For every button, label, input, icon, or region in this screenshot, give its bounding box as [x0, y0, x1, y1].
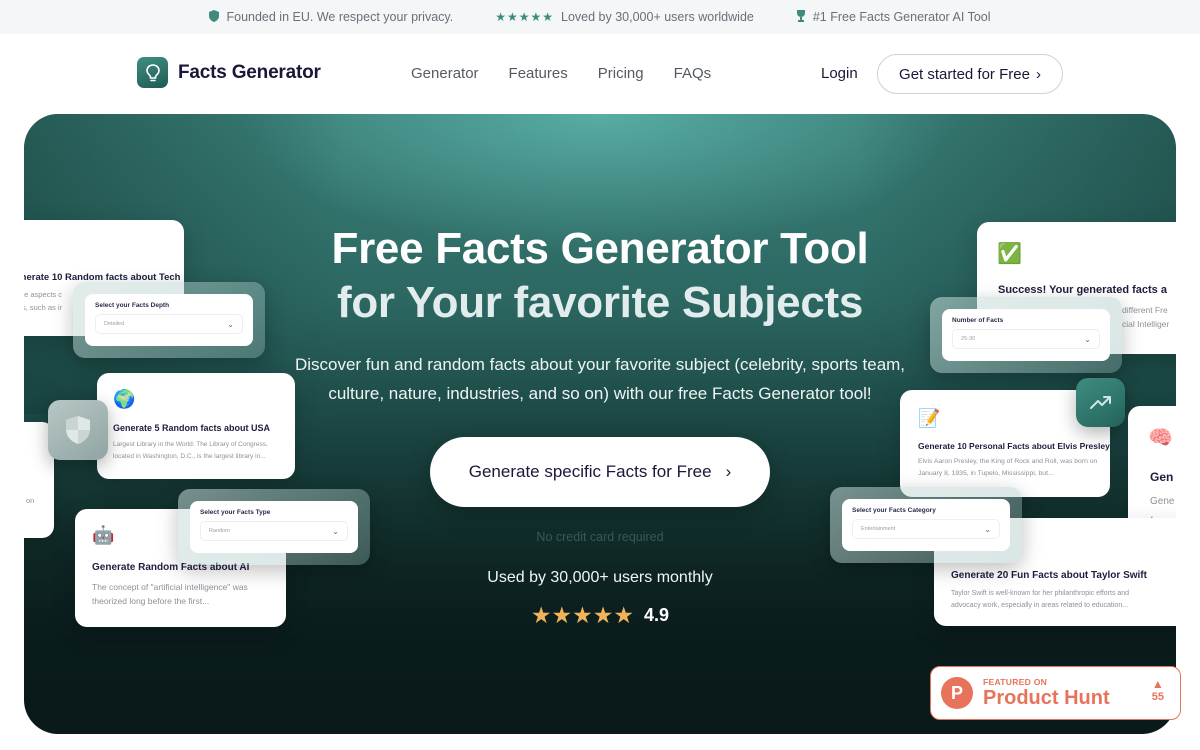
nav-pricing[interactable]: Pricing: [598, 65, 644, 82]
upvote-count: ▲ 55: [1152, 677, 1164, 703]
nav-features[interactable]: Features: [509, 65, 568, 82]
hero-title-line1: Free Facts Generator Tool: [331, 224, 869, 273]
card-title: Generate 10 Personal Facts about Elvis P…: [918, 441, 1110, 451]
users-text: Loved by 30,000+ users worldwide: [561, 10, 754, 24]
chevron-right-icon: ›: [725, 462, 732, 481]
login-link[interactable]: Login: [821, 65, 858, 82]
card-usa-facts: 🌍 Generate 5 Random facts about USA Larg…: [97, 373, 295, 479]
generate-facts-button[interactable]: Generate specific Facts for Free ›: [430, 437, 770, 507]
upvote-number: 55: [1151, 691, 1164, 703]
chevron-right-icon: ›: [1035, 65, 1041, 83]
star-rating-icon: ★★★★★: [530, 602, 635, 628]
number-select[interactable]: 25-30 ⌄: [952, 329, 1100, 349]
category-select-label: Select your Facts Category: [852, 507, 936, 514]
brain-icon: 🧠: [1148, 427, 1173, 449]
hero-subtitle: Discover fun and random facts about your…: [294, 355, 906, 403]
globe-icon: 🌍: [113, 389, 136, 409]
brand-name: Facts Generator: [178, 61, 321, 83]
card-body: on: [26, 496, 35, 505]
get-started-label: Get started for Free: [899, 65, 1030, 83]
product-hunt-name: Product Hunt: [983, 687, 1110, 709]
announcement-bar: Founded in EU. We respect your privacy. …: [0, 0, 1200, 34]
product-hunt-logo-icon: P: [941, 677, 973, 709]
logo[interactable]: Facts Generator: [137, 57, 321, 88]
featured-on-label: FEATURED ON: [983, 677, 1048, 687]
card-body: Elvis Aaron Presley, the King of Rock an…: [918, 458, 1098, 477]
memo-icon: 📝: [918, 408, 941, 428]
hero-title: Free Facts Generator Tool for Your favor…: [24, 222, 1176, 330]
main-nav: Generator Features Pricing FAQs: [411, 65, 711, 82]
chevron-down-icon: ⌄: [1084, 334, 1091, 344]
type-select-label: Select your Facts Type: [200, 509, 271, 516]
privacy-note: Founded in EU. We respect your privacy.: [209, 9, 454, 25]
number-select-value: 25-30: [961, 336, 976, 342]
upvote-arrow-icon: ▲: [1151, 677, 1164, 691]
trending-up-icon: [1089, 395, 1111, 409]
hero-section: Generate 10 Random facts about Tech te a…: [24, 114, 1176, 734]
nav-faqs[interactable]: FAQs: [674, 65, 712, 82]
ranking-note: #1 Free Facts Generator AI Tool: [796, 9, 991, 25]
lightbulb-icon: [137, 57, 168, 88]
privacy-text: Founded in EU. We respect your privacy.: [226, 10, 454, 24]
ranking-text: #1 Free Facts Generator AI Tool: [812, 10, 991, 24]
type-select-card: Select your Facts Type Random ⌄: [190, 501, 358, 553]
shield-icon: [66, 416, 90, 444]
generate-facts-label: Generate specific Facts for Free: [468, 462, 712, 481]
card-title: Generate 5 Random facts about USA: [113, 423, 271, 433]
site-header: Facts Generator Generator Features Prici…: [0, 34, 1200, 114]
card-body: Largest Library in the World: The Librar…: [113, 441, 268, 460]
rating-score: 4.9: [644, 605, 670, 625]
nav-generator[interactable]: Generator: [411, 65, 479, 82]
stars-icon: ★★★★★: [495, 10, 555, 24]
get-started-button[interactable]: Get started for Free ›: [877, 54, 1063, 94]
shield-icon: [209, 9, 220, 25]
card-body-1: Gene: [1150, 496, 1175, 507]
product-hunt-text: FEATURED ON Product Hunt: [983, 677, 1110, 709]
no-credit-card-note: No credit card required: [536, 530, 664, 544]
card-title: Gen: [1150, 470, 1174, 484]
product-hunt-badge[interactable]: P FEATURED ON Product Hunt ▲ 55: [930, 666, 1181, 720]
users-note: ★★★★★ Loved by 30,000+ users worldwide: [495, 10, 754, 24]
trending-tile: [1076, 378, 1125, 427]
hero-title-line2: for Your favorite Subjects: [336, 278, 864, 327]
rating: ★★★★★ 4.9: [24, 602, 1176, 629]
security-tile: [48, 400, 108, 460]
usage-stat: Used by 30,000+ users monthly: [487, 569, 713, 586]
trophy-icon: [796, 9, 806, 25]
